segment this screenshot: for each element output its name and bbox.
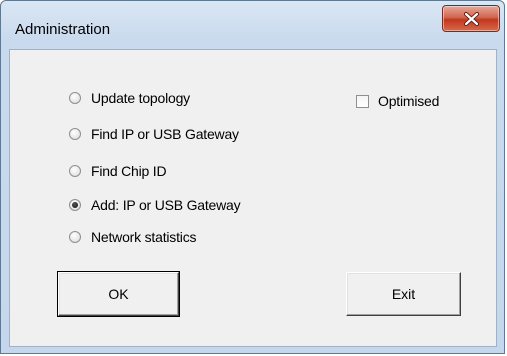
radio-label-network-statistics: Network statistics [91, 229, 197, 245]
radio-button-network-statistics[interactable] [69, 231, 81, 243]
radio-label-add-ip-or-usb-gateway: Add: IP or USB Gateway [91, 197, 241, 213]
radio-label-find-ip-or-usb-gateway: Find IP or USB Gateway [91, 126, 239, 142]
ok-button[interactable]: OK [57, 271, 180, 317]
close-button[interactable] [442, 5, 500, 32]
close-icon [464, 12, 479, 26]
radio-find-chip-id[interactable]: Find Chip ID [69, 161, 167, 181]
radio-button-find-chip-id[interactable] [69, 165, 81, 177]
radio-button-add-ip-or-usb-gateway[interactable] [69, 199, 81, 211]
radio-network-statistics[interactable]: Network statistics [69, 227, 197, 247]
radio-add-ip-or-usb-gateway[interactable]: Add: IP or USB Gateway [69, 195, 241, 215]
window-title: Administration [15, 21, 111, 38]
radio-label-update-topology: Update topology [91, 90, 190, 106]
radio-update-topology[interactable]: Update topology [69, 88, 190, 108]
radio-button-find-ip-or-usb-gateway[interactable] [69, 128, 81, 140]
optimised-label: Optimised [378, 93, 440, 109]
optimised-checkbox[interactable] [356, 94, 369, 108]
administration-window: Administration Update topology Find IP o… [0, 0, 505, 354]
exit-button[interactable]: Exit [346, 272, 461, 316]
title-bar[interactable]: Administration [1, 1, 504, 49]
optimised-option[interactable]: Optimised [356, 91, 439, 111]
dialog-client-area: Update topology Find IP or USB Gateway F… [9, 49, 497, 347]
radio-label-find-chip-id: Find Chip ID [91, 163, 167, 179]
radio-find-ip-or-usb-gateway[interactable]: Find IP or USB Gateway [69, 124, 239, 144]
radio-button-update-topology[interactable] [69, 92, 81, 104]
